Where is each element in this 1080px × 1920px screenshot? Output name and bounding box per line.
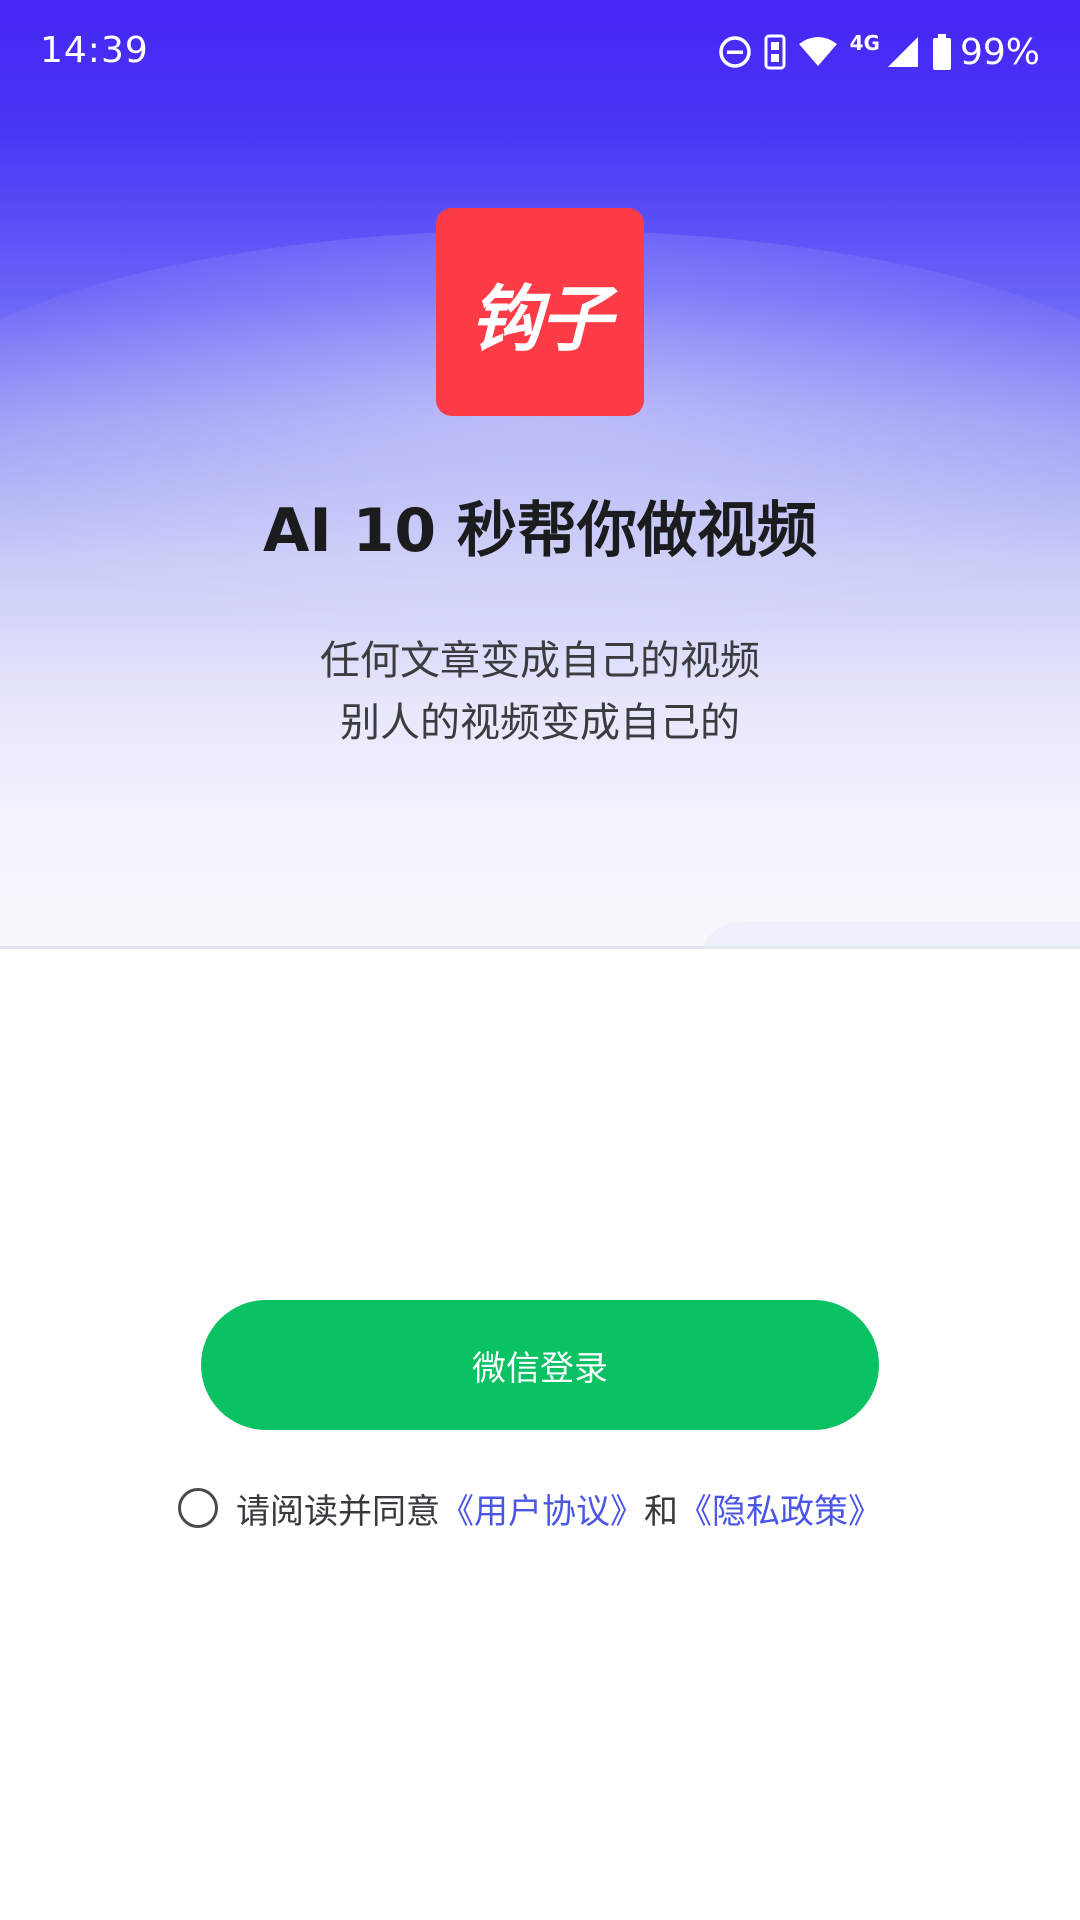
user-agreement-link[interactable]: 《用户协议》 bbox=[440, 1484, 644, 1533]
agreement-prefix: 请阅读并同意 bbox=[236, 1491, 440, 1532]
app-logo: 钩子 bbox=[436, 208, 644, 416]
agreement-row: 请阅读并同意 《用户协议》 和 《隐私政策》 bbox=[178, 1482, 882, 1534]
section-divider bbox=[0, 946, 1080, 949]
sim-hd-icon bbox=[764, 34, 786, 70]
agreement-conjunction: 和 bbox=[644, 1491, 678, 1532]
battery-percent: 99% bbox=[959, 31, 1040, 73]
hero-bottom-decoration bbox=[700, 922, 1080, 946]
wechat-login-button[interactable]: 微信登录 bbox=[201, 1300, 879, 1430]
status-time: 14:39 bbox=[40, 30, 149, 71]
wifi-icon bbox=[798, 36, 838, 68]
headline: AI 10 秒帮你做视频 bbox=[262, 496, 818, 566]
network-type-label: 4G bbox=[849, 31, 880, 55]
cellular-signal-icon bbox=[886, 35, 920, 69]
status-bar: 14:39 4G 99% bbox=[0, 0, 1080, 110]
wechat-login-label: 微信登录 bbox=[472, 1348, 608, 1389]
subtitle-line-2: 别人的视频变成自己的 bbox=[340, 700, 740, 746]
status-icons: 4G 99% bbox=[718, 30, 1040, 74]
battery-icon bbox=[932, 34, 952, 70]
subtitle-line-1: 任何文章变成自己的视频 bbox=[320, 638, 760, 684]
agreement-checkbox[interactable] bbox=[178, 1488, 218, 1528]
login-screen: 14:39 4G 99% 钩子 AI 10 秒帮你做视频 任何文章变成自己的视频… bbox=[0, 0, 1080, 1920]
do-not-disturb-icon bbox=[718, 35, 752, 69]
hero-background bbox=[0, 0, 1080, 946]
privacy-policy-link[interactable]: 《隐私政策》 bbox=[678, 1484, 882, 1533]
